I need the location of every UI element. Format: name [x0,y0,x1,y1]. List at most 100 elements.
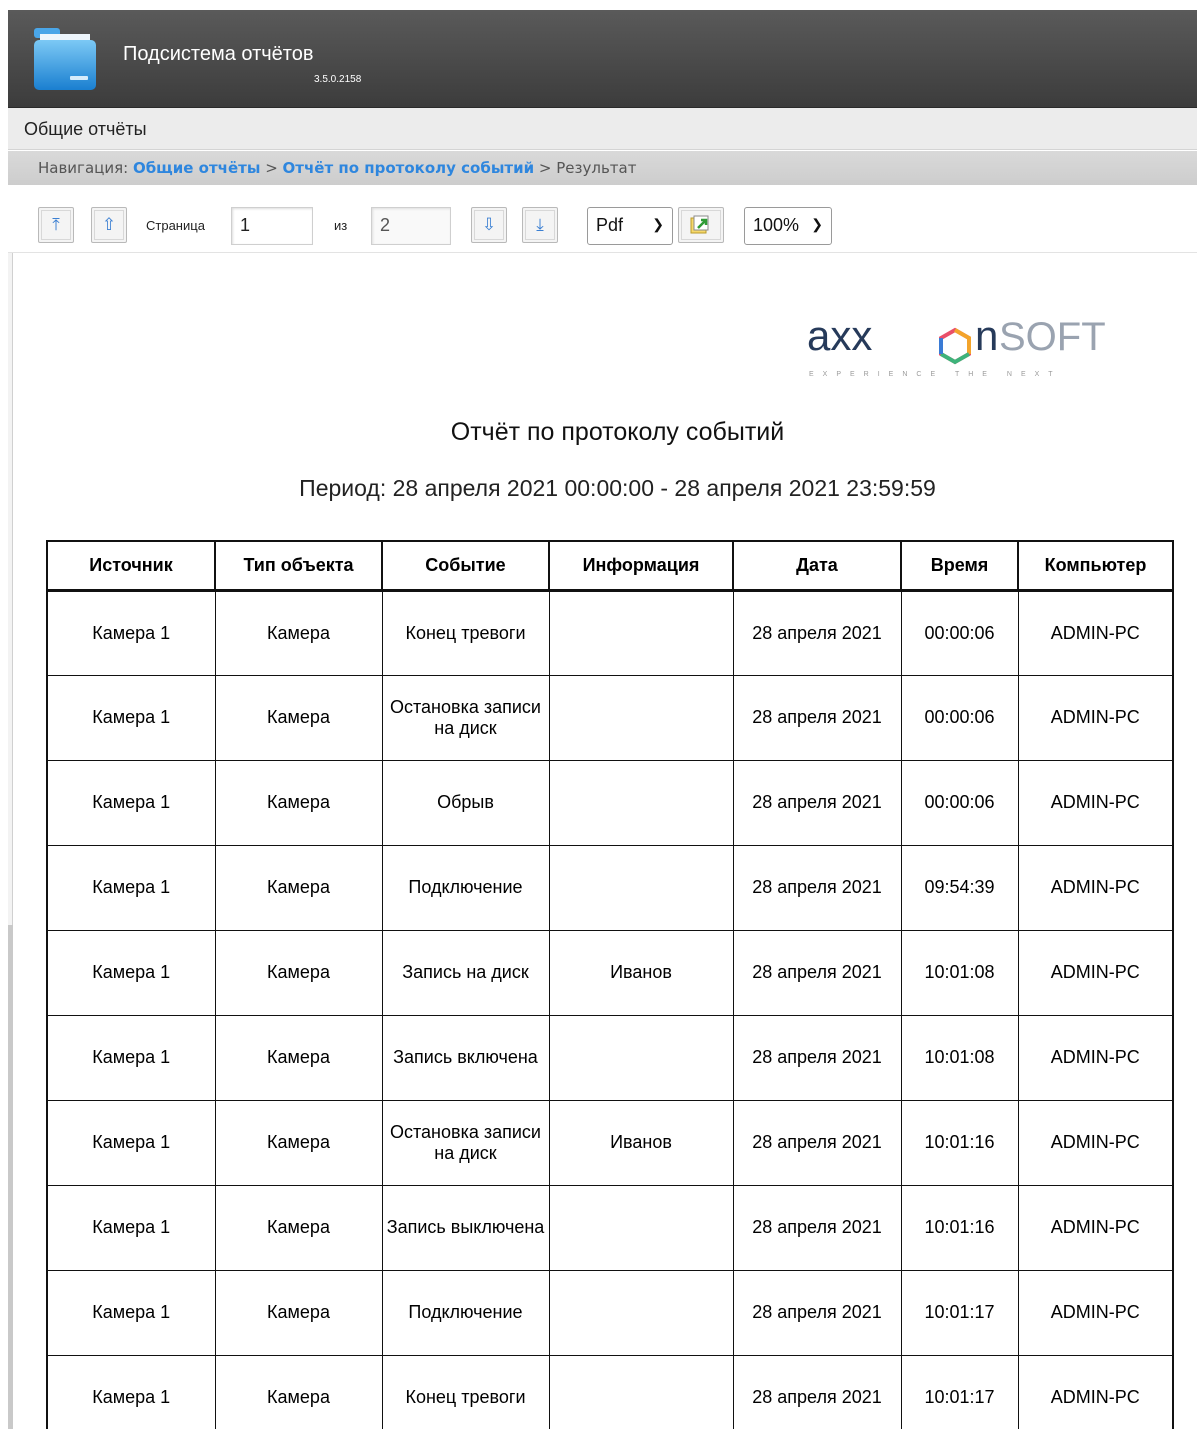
zoom-value: 100% [753,215,800,235]
svg-text:EXPERIENCE THE NEXT: EXPERIENCE THE NEXT [809,371,1062,378]
table-cell: ADMIN-PC [1017,759,1174,846]
app-title: Подсистема отчётов [123,43,314,65]
export-format-value: Pdf [596,215,624,235]
app-version: 3.5.0.2158 [314,74,362,85]
table-cell: Камера [214,1354,383,1429]
menu-general-reports[interactable]: Общие отчёты [24,119,147,140]
table-cell: 28 апреля 2021 [732,674,902,761]
table-cell: 10:01:16 [900,1099,1019,1186]
column-header: Источник [46,540,216,591]
table-cell: Запись включена [381,1014,550,1101]
prev-page-button[interactable]: ⇧ [91,207,127,243]
chevron-down-icon: ❯ [811,216,823,232]
next-page-button[interactable]: ⇩ [471,207,507,243]
report-title: Отчёт по протоколу событий [450,418,785,446]
column-header: Событие [381,540,550,591]
breadcrumb-prefix: Навигация: [38,159,129,177]
table-cell [548,1184,734,1271]
table-cell: Камера [214,589,383,676]
breadcrumb-separator: > [538,159,552,177]
table-cell: Камера 1 [46,589,216,676]
table-cell: 28 апреля 2021 [732,759,902,846]
table-cell: Камера [214,929,383,1016]
table-cell: 10:01:17 [900,1354,1019,1429]
export-button[interactable] [678,207,724,243]
first-page-button[interactable]: ⤒ [38,207,74,243]
next-page-icon: ⇩ [481,215,497,234]
svg-text:SOFT: SOFT [999,316,1106,359]
table-cell: ADMIN-PC [1017,674,1174,761]
of-label: из [334,218,348,233]
table-row: Камера 1 Камера Запись выключена 28 апре… [46,1184,1174,1271]
table-cell: Остановка записи на диск [381,674,550,761]
table-cell: Остановка записи на диск [381,1099,550,1186]
table-cell: Камера 1 [46,1184,216,1271]
table-cell: 00:00:06 [900,674,1019,761]
report-toolbar: ⤒ ⇧ Страница 1 из 2 ⇩ ⤓ Pdf ❯ 100% ❯ [8,185,1197,253]
table-cell: Иванов [548,1099,734,1186]
table-cell: Камера 1 [46,844,216,931]
table-cell: Камера [214,1014,383,1101]
last-page-button[interactable]: ⤓ [522,207,558,243]
scrollbar-thumb[interactable] [8,925,13,1429]
table-cell: Камера [214,844,383,931]
app-header: Подсистема отчётов 3.5.0.2158 [8,10,1197,108]
table-cell: Камера [214,759,383,846]
table-cell: Камера 1 [46,1099,216,1186]
table-row: Камера 1 Камера Конец тревоги 28 апреля … [46,589,1174,676]
table-cell: ADMIN-PC [1017,1099,1174,1186]
table-cell: 09:54:39 [900,844,1019,931]
table-cell: 28 апреля 2021 [732,844,902,931]
table-cell: 10:01:16 [900,1184,1019,1271]
table-row: Камера 1 Камера Остановка записи на диск… [46,674,1174,761]
column-header: Компьютер [1017,540,1174,591]
breadcrumb-link-event-log-report[interactable]: Отчёт по протоколу событий [283,159,535,177]
table-cell: ADMIN-PC [1017,1014,1174,1101]
table-cell: 10:01:08 [900,929,1019,1016]
breadcrumb-link-general-reports[interactable]: Общие отчёты [133,159,260,177]
page-number-input[interactable]: 1 [231,207,313,245]
breadcrumb-current: Результат [556,159,637,177]
zoom-select[interactable]: 100% ❯ [744,207,832,245]
table-cell: 28 апреля 2021 [732,1014,902,1101]
table-cell: 00:00:06 [900,759,1019,846]
column-header: Тип объекта [214,540,383,591]
table-cell: Камера [214,1099,383,1186]
prev-page-icon: ⇧ [101,215,117,234]
axxonsoft-logo: axx n SOFT EXPERIENCE THE NEXT [805,312,1115,386]
table-row: Камера 1 Камера Подключение 28 апреля 20… [46,1269,1174,1356]
table-cell [548,759,734,846]
page-label: Страница [146,218,205,233]
table-cell: Камера 1 [46,1269,216,1356]
table-row: Камера 1 Камера Подключение 28 апреля 20… [46,844,1174,931]
table-cell [548,1354,734,1429]
table-cell: ADMIN-PC [1017,1354,1174,1429]
table-cell: Иванов [548,929,734,1016]
table-cell: ADMIN-PC [1017,844,1174,931]
table-cell: 10:01:08 [900,1014,1019,1101]
table-cell: Камера [214,1269,383,1356]
table-cell: 28 апреля 2021 [732,929,902,1016]
table-cell: 00:00:06 [900,589,1019,676]
export-icon [690,215,709,234]
table-cell [548,844,734,931]
folder-icon [34,28,96,90]
table-cell: Запись на диск [381,929,550,1016]
table-cell: Камера 1 [46,759,216,846]
table-cell: Обрыв [381,759,550,846]
table-cell [548,1014,734,1101]
table-cell: Камера 1 [46,929,216,1016]
table-cell: Подключение [381,1269,550,1356]
table-header-row: Источник Тип объекта Событие Информация … [46,540,1174,591]
export-format-select[interactable]: Pdf ❯ [587,207,673,245]
table-cell: 10:01:17 [900,1269,1019,1356]
events-table: Источник Тип объекта Событие Информация … [46,540,1174,1429]
total-pages-field: 2 [371,207,451,245]
breadcrumb: Навигация: Общие отчёты > Отчёт по прото… [8,151,1197,185]
table-cell: ADMIN-PC [1017,1269,1174,1356]
report-period: Период: 28 апреля 2021 00:00:00 - 28 апр… [299,475,936,501]
menu-bar: Общие отчёты [8,108,1197,150]
chevron-down-icon: ❯ [652,216,664,232]
svg-text:axx: axx [807,316,872,359]
first-page-icon: ⤒ [52,215,60,234]
